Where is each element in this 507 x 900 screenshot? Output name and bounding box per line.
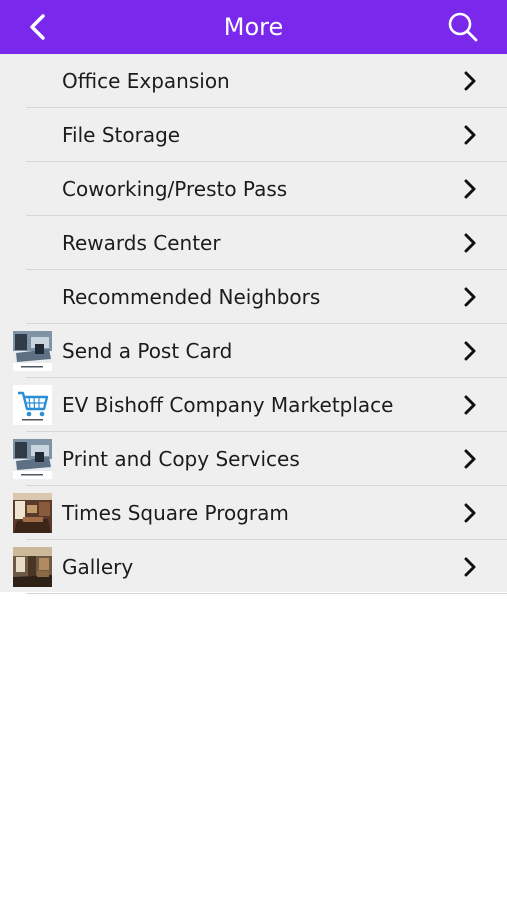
search-icon [448, 12, 478, 42]
menu-item-gallery[interactable]: Gallery [0, 540, 507, 594]
nav-bar: More [0, 0, 507, 54]
conference-room-thumbnail [13, 493, 52, 533]
page-title: More [223, 13, 284, 41]
menu-item-label: Rewards Center [62, 231, 221, 255]
office-desk-thumbnail [13, 439, 52, 479]
chevron-right-icon [464, 233, 476, 253]
office-desk-thumbnail [13, 331, 52, 371]
menu-item-label: Times Square Program [62, 501, 289, 525]
back-button[interactable] [22, 11, 54, 43]
menu-item-label: Recommended Neighbors [62, 285, 321, 309]
menu-item-rewards-center[interactable]: Rewards Center [0, 216, 507, 270]
app-screen: More Office Expansion File Storage Cowor… [0, 0, 507, 900]
search-button[interactable] [444, 9, 480, 45]
chevron-right-icon [464, 71, 476, 91]
menu-item-recommended-neighbors[interactable]: Recommended Neighbors [0, 270, 507, 324]
chevron-right-icon [464, 557, 476, 577]
menu-item-coworking-presto-pass[interactable]: Coworking/Presto Pass [0, 162, 507, 216]
chevron-right-icon [464, 125, 476, 145]
shopping-cart-icon [13, 385, 52, 425]
menu-item-label: Send a Post Card [62, 339, 233, 363]
chevron-right-icon [464, 449, 476, 469]
menu-item-print-and-copy-services[interactable]: Print and Copy Services [0, 432, 507, 486]
menu-item-ev-bishoff-company-marketplace[interactable]: EV Bishoff Company Marketplace [0, 378, 507, 432]
menu-item-file-storage[interactable]: File Storage [0, 108, 507, 162]
lobby-thumbnail [13, 547, 52, 587]
menu-item-label: Gallery [62, 555, 134, 579]
chevron-right-icon [464, 503, 476, 523]
row-divider [26, 593, 507, 594]
chevron-left-icon [30, 14, 45, 40]
menu-item-office-expansion[interactable]: Office Expansion [0, 54, 507, 108]
chevron-right-icon [464, 179, 476, 199]
menu-item-times-square-program[interactable]: Times Square Program [0, 486, 507, 540]
menu-item-label: Coworking/Presto Pass [62, 177, 288, 201]
menu-item-label: Office Expansion [62, 69, 230, 93]
menu-item-send-a-post-card[interactable]: Send a Post Card [0, 324, 507, 378]
menu-item-label: EV Bishoff Company Marketplace [62, 393, 394, 417]
chevron-right-icon [464, 341, 476, 361]
menu-item-label: Print and Copy Services [62, 447, 300, 471]
chevron-right-icon [464, 395, 476, 415]
more-menu-list: Office Expansion File Storage Coworking/… [0, 54, 507, 594]
menu-item-label: File Storage [62, 123, 181, 147]
chevron-right-icon [464, 287, 476, 307]
